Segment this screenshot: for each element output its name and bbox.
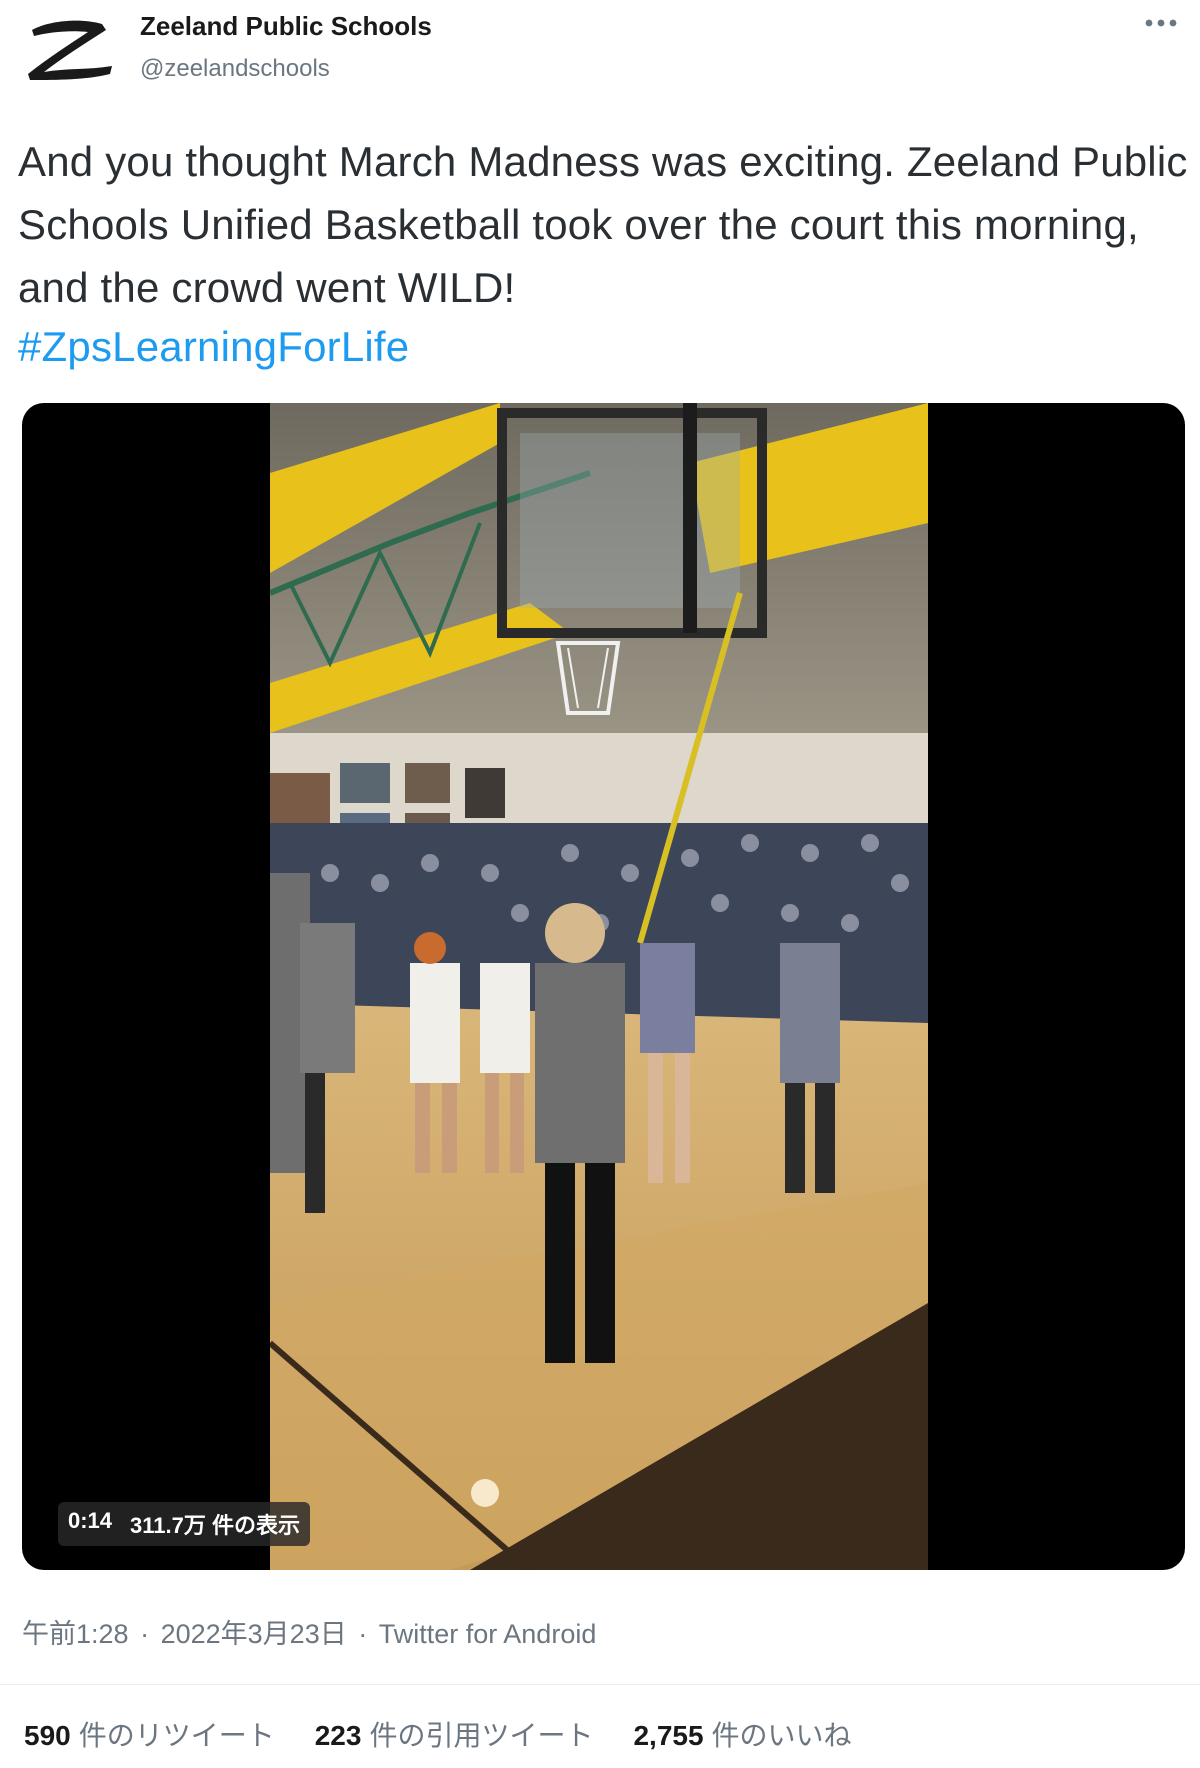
tweet-card: Zeeland Public Schools @zeelandschools A… xyxy=(0,0,1200,1768)
author-name[interactable]: Zeeland Public Schools xyxy=(140,10,432,42)
divider xyxy=(0,1684,1200,1685)
hashtag-link[interactable]: #ZpsLearningForLife xyxy=(18,319,1188,375)
zeeland-z-logo-icon[interactable] xyxy=(22,14,118,84)
video-duration: 0:14 xyxy=(68,1508,113,1533)
video-player[interactable]: 0:14 311.7万 件の表示 xyxy=(22,403,1185,1570)
retweets-label: 件のリツイート xyxy=(78,1720,275,1751)
video-views: 311.7万 件の表示 xyxy=(130,1513,300,1538)
tweet-body: And you thought March Madness was exciti… xyxy=(18,138,1188,311)
likes-count: 2,755 xyxy=(633,1720,704,1751)
quote-tweets-stat[interactable]: 223 件の引用ツイート xyxy=(315,1714,594,1754)
retweets-stat[interactable]: 590 件のリツイート xyxy=(24,1714,275,1754)
tweet-source[interactable]: Twitter for Android xyxy=(379,1619,597,1649)
quote-tweets-count: 223 xyxy=(314,1720,362,1751)
tweet-text: And you thought March Madness was exciti… xyxy=(18,130,1188,375)
tweet-time[interactable]: 午前1:28 xyxy=(22,1619,129,1649)
author-handle[interactable]: @zeelandschools xyxy=(140,54,432,84)
meta-separator: · xyxy=(140,1619,150,1649)
tweet-meta: 午前1:28 · 2022年3月23日 · Twitter for Androi… xyxy=(22,1612,596,1651)
meta-separator: · xyxy=(358,1619,368,1649)
likes-stat[interactable]: 2,755 件のいいね xyxy=(633,1714,851,1754)
more-options-button[interactable] xyxy=(1136,6,1186,40)
retweets-count: 590 xyxy=(24,1720,71,1751)
tweet-date[interactable]: 2022年3月23日 xyxy=(161,1619,347,1649)
author-info: Zeeland Public Schools @zeelandschools xyxy=(140,10,432,84)
video-info-badge: 0:14 311.7万 件の表示 xyxy=(58,1502,310,1546)
likes-label: 件のいいね xyxy=(711,1720,852,1751)
tweet-stats: 590 件のリツイート 223 件の引用ツイート 2,755 件のいいね xyxy=(24,1714,852,1754)
more-dots-icon xyxy=(1145,19,1177,27)
video-frame xyxy=(270,403,928,1570)
quote-tweets-label: 件の引用ツイート xyxy=(369,1720,594,1751)
